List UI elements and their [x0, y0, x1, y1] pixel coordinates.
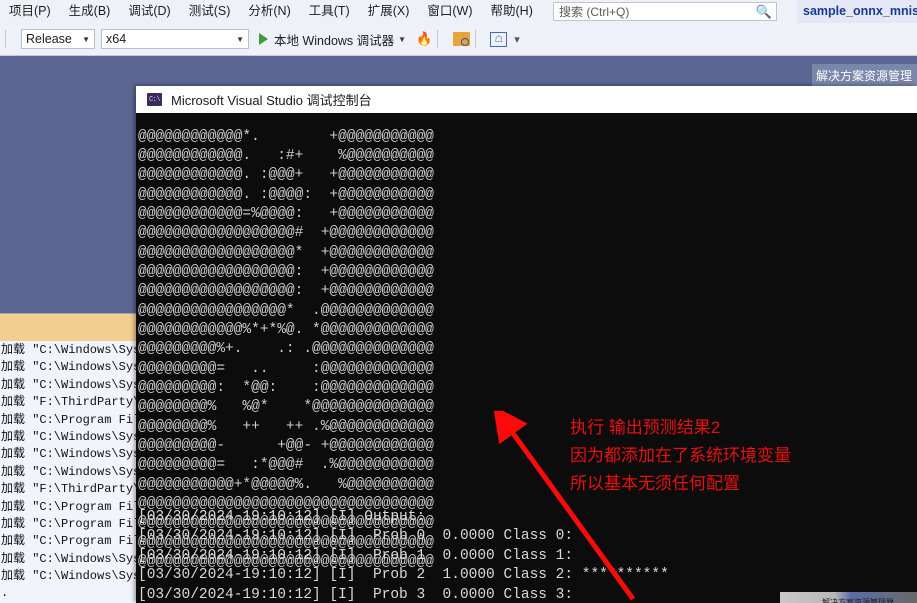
output-line: 加载 "C:\Windows\System — [1, 551, 142, 566]
output-line: 加载 "C:\Program Files\ — [1, 412, 142, 427]
output-line: 加载 "C:\Program Files\ — [1, 534, 142, 549]
output-line: 加载 "F:\ThirdParty\Ten — [1, 395, 142, 410]
toolbar-separator — [475, 30, 477, 48]
solution-explorer-tab[interactable]: 解决方案资源管理 — [812, 64, 917, 87]
annotation-line: 所以基本无须任何配置 — [570, 474, 740, 493]
output-pane-lines: 加载 "C:\Windows\System 加载 "C:\Windows\Syst… — [0, 342, 142, 603]
search-placeholder-text: 搜索 (Ctrl+Q) — [559, 5, 630, 19]
chevron-down-icon: ▼ — [82, 34, 90, 44]
configuration-dropdown[interactable]: Release ▼ — [21, 29, 95, 49]
output-line: 加载 "C:\Windows\System — [1, 429, 142, 444]
folder-search-icon[interactable] — [453, 32, 471, 46]
flame-icon[interactable]: 🔥 — [416, 31, 432, 47]
debug-console-window[interactable]: C:\ Microsoft Visual Studio 调试控制台 @@@@@@… — [136, 86, 917, 603]
menu-item-debug[interactable]: 调试(D) — [119, 0, 179, 23]
output-line: 加载 "C:\Program Files\ — [1, 516, 142, 531]
warning-bar — [0, 313, 142, 341]
play-icon — [259, 33, 268, 45]
console-app-icon: C:\ — [147, 93, 162, 106]
start-debugging-button[interactable]: 本地 Windows 调试器 ▼ — [259, 30, 406, 49]
chevron-down-icon[interactable]: ▼ — [398, 35, 406, 44]
search-input[interactable]: 搜索 (Ctrl+Q) 🔍 — [553, 2, 777, 21]
menu-item-tools[interactable]: 工具(T) — [300, 0, 359, 23]
annotation-line: 因为都添加在了系统环境变量 — [570, 446, 791, 465]
ascii-art-digit: @@@@@@@@@@@@*. +@@@@@@@@@@@ @@@@@@@@@@@@… — [138, 128, 434, 571]
console-output-area[interactable]: @@@@@@@@@@@@*. +@@@@@@@@@@@ @@@@@@@@@@@@… — [136, 113, 917, 603]
menu-item-window[interactable]: 窗口(W) — [418, 0, 481, 23]
taskbar-label: 解决方案资源管理器 — [822, 598, 894, 603]
standard-toolbar: Release ▼ x64 ▼ 本地 Windows 调试器 ▼ 🔥 ☖ ▾ — [0, 23, 917, 56]
search-icon[interactable]: 🔍 — [756, 4, 772, 20]
output-line: 加载 "C:\Program Files\ — [1, 499, 142, 514]
output-line: . — [1, 586, 9, 601]
output-line: 加载 "C:\Windows\System — [1, 464, 142, 479]
red-annotation-text: 执行 输出预测结果2 因为都添加在了系统环境变量 所以基本无须任何配置 — [570, 414, 791, 498]
menu-item-help[interactable]: 帮助(H) — [482, 0, 542, 23]
chevron-down-icon: ▼ — [236, 34, 244, 44]
toolbar-overflow-icon[interactable]: ▾ — [514, 33, 520, 46]
application-window: 项目(P) 生成(B) 调试(D) 测试(S) 分析(N) 工具(T) 扩展(X… — [0, 0, 917, 603]
output-line: 加载 "C:\Windows\System — [1, 360, 142, 375]
output-line: 加载 "F:\ThirdParty\Ten — [1, 482, 142, 497]
frame-icon[interactable]: ☖ — [490, 31, 508, 47]
windows-taskbar[interactable]: 解决方案资源管理器 — [780, 592, 917, 603]
menu-item-project[interactable]: 项目(P) — [0, 0, 60, 23]
output-line: 加载 "C:\Windows\System — [1, 343, 142, 357]
configuration-value: Release — [26, 32, 72, 46]
output-pane[interactable]: 加载 "C:\Windows\System 加载 "C:\Windows\Syst… — [0, 313, 142, 603]
menu-item-build[interactable]: 生成(B) — [60, 0, 120, 23]
output-line: 加载 "C:\Windows\System — [1, 447, 142, 462]
toolbar-separator — [437, 30, 439, 48]
console-window-title: Microsoft Visual Studio 调试控制台 — [171, 93, 372, 108]
platform-value: x64 — [106, 32, 127, 46]
toolbar-separator — [5, 30, 6, 48]
menu-item-test[interactable]: 测试(S) — [180, 0, 240, 23]
menu-bar: 项目(P) 生成(B) 调试(D) 测试(S) 分析(N) 工具(T) 扩展(X… — [0, 0, 917, 23]
console-title-bar[interactable]: C:\ Microsoft Visual Studio 调试控制台 — [136, 86, 917, 113]
platform-dropdown[interactable]: x64 ▼ — [101, 29, 249, 49]
menu-item-analyze[interactable]: 分析(N) — [239, 0, 299, 23]
console-log-lines: [03/30/2024-19:10:12] [I] Output: [03/30… — [138, 508, 669, 603]
tab-sample-onnx-mnist[interactable]: sample_onnx_mnis — [797, 0, 917, 23]
menu-item-extensions[interactable]: 扩展(X) — [359, 0, 419, 23]
output-line: 加载 "C:\Windows\System — [1, 569, 142, 584]
annotation-line: 执行 输出预测结果2 — [570, 418, 721, 437]
output-line: 加载 "C:\Windows\System — [1, 377, 142, 392]
debugger-label: 本地 Windows 调试器 — [274, 33, 395, 48]
